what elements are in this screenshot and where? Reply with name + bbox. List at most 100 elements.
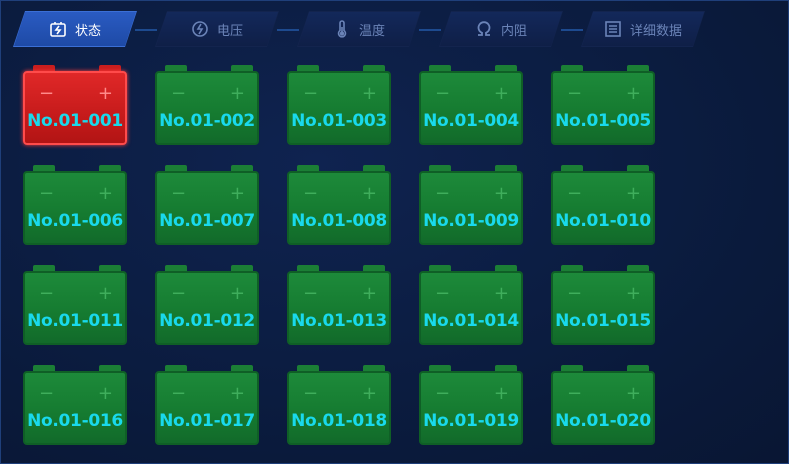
tab-connector bbox=[561, 29, 583, 31]
list-icon bbox=[604, 20, 622, 38]
tab-label: 详细数据 bbox=[629, 23, 682, 39]
battery-cell[interactable]: − + No.01-008 bbox=[287, 165, 395, 249]
tab-2[interactable]: 电压 bbox=[155, 11, 279, 47]
battery-body: − + bbox=[287, 71, 391, 145]
minus-icon: − bbox=[303, 183, 319, 204]
battery-body: − + bbox=[419, 171, 523, 245]
minus-icon: − bbox=[567, 283, 583, 304]
battery-cell[interactable]: − + No.01-011 bbox=[23, 265, 131, 349]
tab-connector bbox=[135, 29, 157, 31]
plus-icon: + bbox=[229, 383, 245, 404]
tab-bar: 状态 电压 温度 内阻 详细数据 bbox=[13, 11, 733, 49]
battery-cell[interactable]: − + No.01-007 bbox=[155, 165, 263, 249]
tab-label: 电压 bbox=[216, 23, 243, 39]
battery-id-label: No.01-010 bbox=[555, 211, 651, 231]
battery-id-label: No.01-016 bbox=[27, 411, 123, 431]
minus-icon: − bbox=[435, 183, 451, 204]
battery-cell[interactable]: − + No.01-019 bbox=[419, 365, 527, 449]
battery-cell[interactable]: − + No.01-015 bbox=[551, 265, 659, 349]
battery-body: − + bbox=[23, 371, 127, 445]
battery-cell[interactable]: − + No.01-014 bbox=[419, 265, 527, 349]
tab-5[interactable]: 详细数据 bbox=[581, 11, 705, 47]
battery-body: − + bbox=[23, 271, 127, 345]
battery-body: − + bbox=[419, 71, 523, 145]
minus-icon: − bbox=[171, 283, 187, 304]
plus-icon: + bbox=[361, 183, 377, 204]
battery-monitor-panel: 状态 电压 温度 内阻 详细数据 − + No.01-001− + No.01-002− + No.… bbox=[0, 0, 789, 464]
battery-id-label: No.01-003 bbox=[291, 111, 387, 131]
battery-cell[interactable]: − + No.01-013 bbox=[287, 265, 395, 349]
battery-id-label: No.01-009 bbox=[423, 211, 519, 231]
battery-body: − + bbox=[551, 271, 655, 345]
plus-icon: + bbox=[229, 283, 245, 304]
battery-cell[interactable]: − + No.01-020 bbox=[551, 365, 659, 449]
tab-label: 温度 bbox=[358, 23, 385, 39]
battery-body: − + bbox=[551, 371, 655, 445]
battery-cell[interactable]: − + No.01-002 bbox=[155, 65, 263, 149]
battery-cell[interactable]: − + No.01-006 bbox=[23, 165, 131, 249]
battery-id-label: No.01-008 bbox=[291, 211, 387, 231]
minus-icon: − bbox=[567, 83, 583, 104]
battery-body: − + bbox=[551, 71, 655, 145]
battery-cell[interactable]: − + No.01-003 bbox=[287, 65, 395, 149]
battery-body: − + bbox=[23, 71, 127, 145]
battery-cell[interactable]: − + No.01-004 bbox=[419, 65, 527, 149]
tab-label: 内阻 bbox=[500, 23, 527, 39]
plus-icon: + bbox=[97, 183, 113, 204]
omega-icon bbox=[475, 20, 493, 38]
battery-id-label: No.01-019 bbox=[423, 411, 519, 431]
battery-body: − + bbox=[419, 371, 523, 445]
battery-cell[interactable]: − + No.01-012 bbox=[155, 265, 263, 349]
battery-body: − + bbox=[419, 271, 523, 345]
power-icon bbox=[191, 20, 209, 38]
minus-icon: − bbox=[567, 383, 583, 404]
battery-id-label: No.01-004 bbox=[423, 111, 519, 131]
plus-icon: + bbox=[229, 83, 245, 104]
minus-icon: − bbox=[435, 283, 451, 304]
minus-icon: − bbox=[39, 83, 55, 104]
minus-icon: − bbox=[171, 183, 187, 204]
plus-icon: + bbox=[97, 83, 113, 104]
battery-body: − + bbox=[551, 171, 655, 245]
battery-cell[interactable]: − + No.01-017 bbox=[155, 365, 263, 449]
tab-4[interactable]: 内阻 bbox=[439, 11, 563, 47]
battery-cell[interactable]: − + No.01-009 bbox=[419, 165, 527, 249]
battery-cell[interactable]: − + No.01-005 bbox=[551, 65, 659, 149]
tab-label: 状态 bbox=[74, 23, 101, 39]
battery-id-label: No.01-002 bbox=[159, 111, 255, 131]
battery-cell[interactable]: − + No.01-018 bbox=[287, 365, 395, 449]
battery-body: − + bbox=[155, 371, 259, 445]
tab-connector bbox=[419, 29, 441, 31]
battery-id-label: No.01-001 bbox=[27, 111, 123, 131]
battery-cell[interactable]: − + No.01-001 bbox=[23, 65, 131, 149]
battery-body: − + bbox=[155, 171, 259, 245]
battery-id-label: No.01-006 bbox=[27, 211, 123, 231]
battery-id-label: No.01-014 bbox=[423, 311, 519, 331]
minus-icon: − bbox=[303, 283, 319, 304]
battery-id-label: No.01-013 bbox=[291, 311, 387, 331]
minus-icon: − bbox=[171, 383, 187, 404]
tab-connector bbox=[277, 29, 299, 31]
plus-icon: + bbox=[493, 83, 509, 104]
plus-icon: + bbox=[361, 83, 377, 104]
battery-id-label: No.01-012 bbox=[159, 311, 255, 331]
battery-cell[interactable]: − + No.01-010 bbox=[551, 165, 659, 249]
battery-body: − + bbox=[287, 371, 391, 445]
battery-body: − + bbox=[287, 271, 391, 345]
battery-id-label: No.01-017 bbox=[159, 411, 255, 431]
minus-icon: − bbox=[567, 183, 583, 204]
battery-id-label: No.01-015 bbox=[555, 311, 651, 331]
plus-icon: + bbox=[625, 183, 641, 204]
battery-cell[interactable]: − + No.01-016 bbox=[23, 365, 131, 449]
minus-icon: − bbox=[303, 383, 319, 404]
plus-icon: + bbox=[493, 383, 509, 404]
battery-body: − + bbox=[155, 71, 259, 145]
battery-body: − + bbox=[23, 171, 127, 245]
plus-icon: + bbox=[625, 383, 641, 404]
battery-charge-icon bbox=[49, 20, 67, 38]
battery-id-label: No.01-007 bbox=[159, 211, 255, 231]
minus-icon: − bbox=[39, 283, 55, 304]
tab-3[interactable]: 温度 bbox=[297, 11, 421, 47]
battery-id-label: No.01-018 bbox=[291, 411, 387, 431]
tab-1[interactable]: 状态 bbox=[13, 11, 137, 47]
